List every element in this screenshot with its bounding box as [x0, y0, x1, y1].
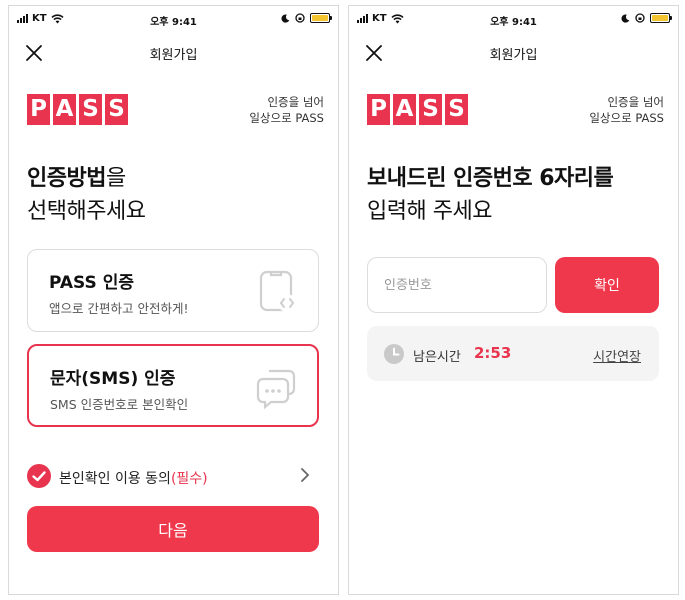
status-bar: KT 오후 9:41: [349, 6, 678, 34]
page-headline: 인증방법을 선택해주세요: [27, 166, 146, 224]
next-button[interactable]: 다음: [27, 506, 319, 552]
moon-icon: [281, 14, 290, 23]
auth-method-screen: KT 오후 9:41 회원가입 P A S S 인증을 넘어 일상으로 PASS…: [8, 5, 339, 595]
page-headline: 보내드린 인증번호 6자리를 입력해 주세요: [367, 166, 614, 224]
moon-icon: [621, 14, 630, 23]
slogan: 인증을 넘어 일상으로 PASS: [589, 95, 664, 125]
code-entry-screen: KT 오후 9:41 회원가입 P A S S 인증을 넘어 일상으로 PASS…: [348, 5, 679, 595]
extend-time-link[interactable]: 시간연장: [593, 346, 641, 365]
chevron-right-icon[interactable]: [299, 466, 311, 484]
card-title: PASS 인증: [49, 273, 134, 293]
nav-title: 회원가입: [489, 48, 538, 63]
brand-row: P A S S 인증을 넘어 일상으로 PASS: [367, 94, 664, 128]
timer-box: 남은시간 2:53 시간연장: [367, 326, 659, 381]
clock-icon: [384, 344, 404, 364]
phone-code-icon: [259, 270, 296, 312]
agreement-checkbox[interactable]: [27, 464, 51, 488]
battery-icon: [650, 13, 672, 23]
nav-bar: 회원가입: [349, 34, 678, 70]
checkmark-icon: [32, 471, 46, 482]
chat-bubbles-icon: [256, 369, 296, 410]
slogan: 인증을 넘어 일상으로 PASS: [249, 95, 324, 125]
card-desc: SMS 인증번호로 본인확인: [50, 397, 189, 412]
battery-icon: [310, 13, 332, 23]
rotation-lock-icon: [295, 13, 305, 23]
card-desc: 앱으로 간편하고 안전하게!: [49, 301, 189, 316]
sms-auth-card[interactable]: 문자(SMS) 인증 SMS 인증번호로 본인확인: [27, 344, 319, 427]
status-bar: KT 오후 9:41: [9, 6, 338, 34]
agreement-label: 본인확인 이용 동의(필수): [59, 471, 208, 487]
card-title: 문자(SMS) 인증: [50, 369, 176, 389]
confirm-button[interactable]: 확인: [555, 257, 659, 313]
nav-title: 회원가입: [149, 48, 198, 63]
verification-code-input[interactable]: [367, 257, 547, 313]
timer-label: 남은시간: [413, 350, 461, 365]
pass-auth-card[interactable]: PASS 인증 앱으로 간편하고 안전하게!: [27, 249, 319, 332]
nav-bar: 회원가입: [9, 34, 338, 70]
brand-row: P A S S 인증을 넘어 일상으로 PASS: [27, 94, 324, 128]
agreement-row[interactable]: 본인확인 이용 동의(필수): [27, 461, 319, 491]
required-tag: (필수): [170, 471, 208, 487]
rotation-lock-icon: [635, 13, 645, 23]
timer-value: 2:53: [474, 344, 512, 362]
